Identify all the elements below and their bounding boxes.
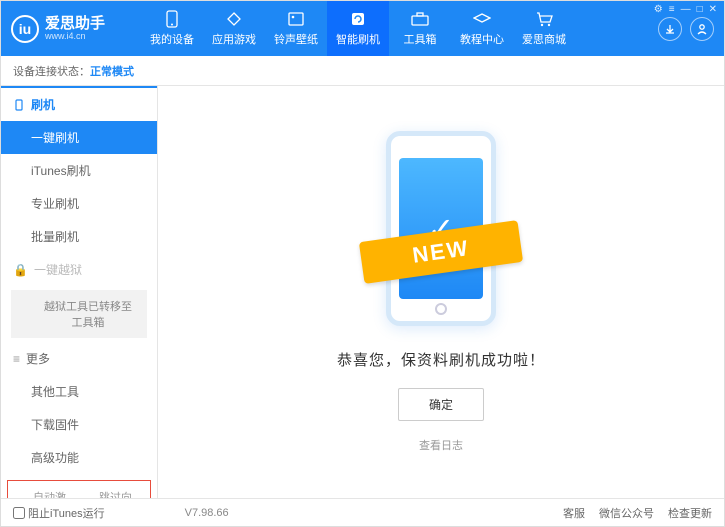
auto-activate-checkbox[interactable]: 自动激活 [18, 489, 74, 498]
version-label: V7.98.66 [185, 507, 229, 519]
logo-subtitle: www.i4.cn [45, 31, 105, 41]
lock-icon: 🔒 [13, 263, 28, 277]
minimize-icon[interactable]: — [681, 4, 691, 15]
status-mode: 正常模式 [90, 63, 134, 79]
nav-my-device[interactable]: 我的设备 [141, 1, 203, 56]
footer-support[interactable]: 客服 [563, 505, 585, 521]
nav-toolbox[interactable]: 工具箱 [389, 1, 451, 56]
more-icon: ≡ [13, 352, 20, 366]
footer-wechat[interactable]: 微信公众号 [599, 505, 654, 521]
sidebar-group-more[interactable]: ≡ 更多 [1, 342, 157, 375]
cart-icon [535, 10, 553, 28]
status-bar: 设备连接状态： 正常模式 [1, 56, 724, 86]
image-icon [287, 10, 305, 28]
nav-ringtones[interactable]: 铃声壁纸 [265, 1, 327, 56]
footer-check-update[interactable]: 检查更新 [668, 505, 712, 521]
sidebar-item-onekey-flash[interactable]: 一键刷机 [1, 121, 157, 154]
sidebar-item-advanced[interactable]: 高级功能 [1, 441, 157, 474]
download-button[interactable] [658, 17, 682, 41]
app-header: iu 爱思助手 www.i4.cn 我的设备 应用游戏 铃声壁纸 智能刷机 工具… [1, 1, 724, 56]
nav-apps-games[interactable]: 应用游戏 [203, 1, 265, 56]
main-nav: 我的设备 应用游戏 铃声壁纸 智能刷机 工具箱 教程中心 爱思商城 [141, 1, 575, 56]
sidebar-group-flash[interactable]: 刷机 [1, 86, 157, 121]
close-icon[interactable]: ✕ [709, 4, 717, 15]
settings-icon[interactable]: ⚙ [654, 4, 663, 15]
block-itunes-checkbox[interactable]: 阻止iTunes运行 [13, 505, 105, 521]
menu-icon[interactable]: ≡ [669, 4, 675, 15]
options-box: 自动激活 跳过向导 [7, 480, 151, 498]
nav-tutorials[interactable]: 教程中心 [451, 1, 513, 56]
sidebar-item-other-tools[interactable]: 其他工具 [1, 375, 157, 408]
view-log-link[interactable]: 查看日志 [419, 437, 463, 453]
skip-guide-checkbox[interactable]: 跳过向导 [84, 489, 140, 498]
logo-text: 爱思助手 [45, 16, 105, 31]
phone-icon [163, 10, 181, 28]
sidebar-item-itunes-flash[interactable]: iTunes刷机 [1, 154, 157, 187]
graduation-icon [473, 10, 491, 28]
nav-smart-flash[interactable]: 智能刷机 [327, 1, 389, 56]
maximize-icon[interactable]: □ [697, 4, 703, 15]
jailbreak-moved-note: 越狱工具已转移至工具箱 [11, 290, 147, 338]
apps-icon [225, 10, 243, 28]
footer: 阻止iTunes运行 V7.98.66 客服 微信公众号 检查更新 [1, 498, 724, 526]
sidebar-item-pro-flash[interactable]: 专业刷机 [1, 187, 157, 220]
logo-icon: iu [11, 15, 39, 43]
sidebar: 刷机 一键刷机 iTunes刷机 专业刷机 批量刷机 🔒 一键越狱 越狱工具已转… [1, 86, 158, 498]
user-button[interactable] [690, 17, 714, 41]
sidebar-item-download-firmware[interactable]: 下载固件 [1, 408, 157, 441]
success-message: 恭喜您，保资料刷机成功啦！ [337, 349, 545, 370]
refresh-icon [349, 10, 367, 28]
sidebar-group-jailbreak: 🔒 一键越狱 [1, 253, 157, 286]
confirm-button[interactable]: 确定 [398, 388, 484, 421]
toolbox-icon [411, 10, 429, 28]
sidebar-item-batch-flash[interactable]: 批量刷机 [1, 220, 157, 253]
main-content: ✓ NEW 恭喜您，保资料刷机成功啦！ 确定 查看日志 [158, 86, 724, 498]
success-illustration: ✓ NEW [376, 131, 506, 331]
nav-store[interactable]: 爱思商城 [513, 1, 575, 56]
status-prefix: 设备连接状态： [13, 63, 90, 79]
app-logo: iu 爱思助手 www.i4.cn [11, 15, 141, 43]
